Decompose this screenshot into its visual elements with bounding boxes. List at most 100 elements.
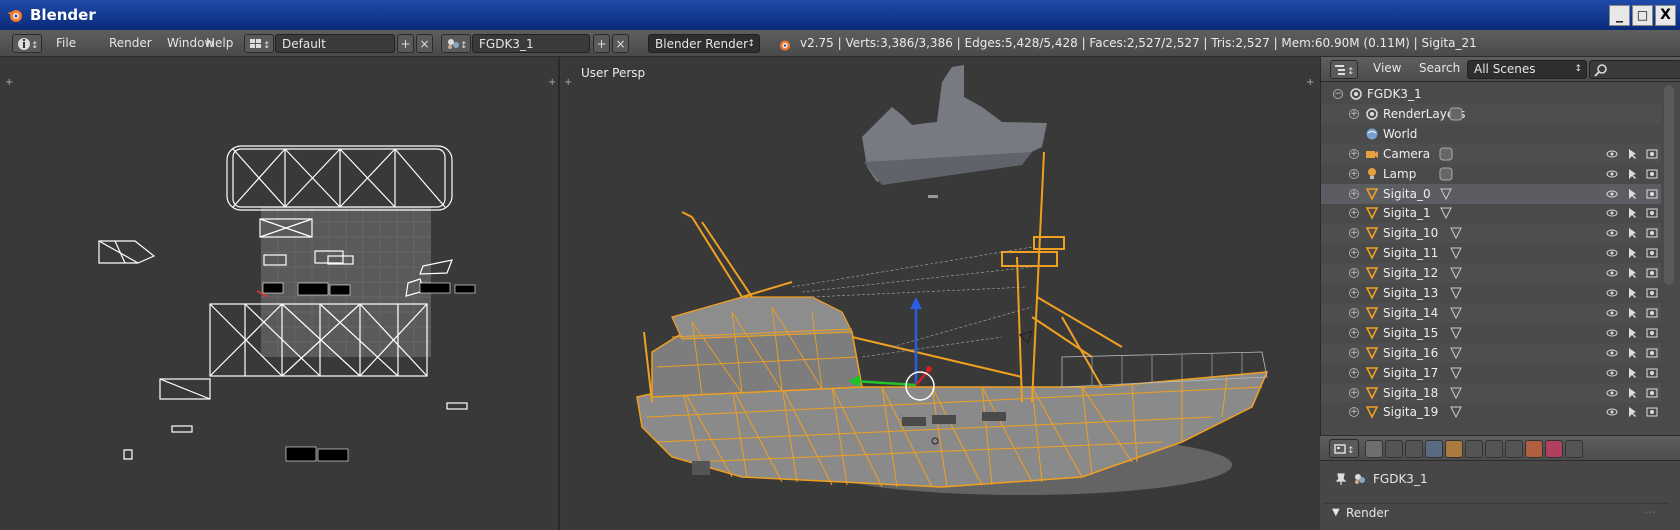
expand-toggle-icon[interactable]: +: [1349, 387, 1359, 398]
render-icon[interactable]: [1646, 227, 1658, 239]
eye-icon[interactable]: [1606, 287, 1618, 299]
expand-toggle-icon[interactable]: +: [1349, 327, 1359, 338]
eye-icon[interactable]: [1606, 168, 1618, 180]
eye-icon[interactable]: [1606, 148, 1618, 160]
outliner-view-menu[interactable]: View: [1373, 61, 1401, 75]
renderlayers-data-icon[interactable]: [1449, 107, 1463, 121]
expand-toggle-icon[interactable]: +: [1349, 208, 1359, 219]
uv-image-editor[interactable]: + +: [0, 57, 560, 530]
outliner-item-sigita_18[interactable]: + Sigita_18: [1321, 382, 1661, 403]
expand-toggle-icon[interactable]: +: [1349, 307, 1359, 318]
expand-toggle-icon[interactable]: +: [1349, 268, 1359, 279]
eye-icon[interactable]: [1606, 387, 1618, 399]
eye-icon[interactable]: [1606, 406, 1618, 418]
expand-toggle-icon[interactable]: +: [1349, 148, 1359, 159]
eye-icon[interactable]: [1606, 327, 1618, 339]
camera-data-icon[interactable]: [1439, 147, 1453, 161]
expand-toggle-icon[interactable]: +: [1349, 188, 1359, 199]
expand-toggle-icon[interactable]: +: [1349, 347, 1359, 358]
render-icon[interactable]: [1646, 267, 1658, 279]
mesh-data-icon[interactable]: [1449, 286, 1463, 300]
cursor-icon[interactable]: [1626, 406, 1638, 418]
outliner-editor-type-button[interactable]: ↕: [1330, 60, 1358, 79]
panel-drag-handle-icon[interactable]: ⋯: [1644, 505, 1656, 519]
close-button[interactable]: X: [1655, 5, 1676, 26]
add-scene-button[interactable]: +: [593, 34, 610, 53]
render-icon[interactable]: [1646, 188, 1658, 200]
eye-icon[interactable]: [1606, 267, 1618, 279]
outliner-item-sigita_16[interactable]: + Sigita_16: [1321, 342, 1661, 363]
maximize-button[interactable]: □: [1632, 5, 1653, 26]
mesh-data-icon[interactable]: [1439, 206, 1453, 220]
outliner-item-fgdk3_1[interactable]: − FGDK3_1: [1321, 84, 1661, 104]
outliner-item-sigita_17[interactable]: + Sigita_17: [1321, 363, 1661, 383]
outliner-item-lamp[interactable]: + Lamp: [1321, 164, 1661, 184]
outliner-item-sigita_19[interactable]: + Sigita_19: [1321, 402, 1661, 422]
cursor-icon[interactable]: [1626, 168, 1638, 180]
render-icon[interactable]: [1646, 168, 1658, 180]
layout-name-field[interactable]: Default: [275, 34, 395, 53]
mesh-data-icon[interactable]: [1449, 346, 1463, 360]
object-tab-icon[interactable]: [1445, 440, 1463, 458]
cursor-icon[interactable]: [1626, 247, 1638, 259]
eye-icon[interactable]: [1606, 307, 1618, 319]
outliner-item-camera[interactable]: + Camera: [1321, 143, 1661, 164]
menu-help[interactable]: Help: [202, 34, 237, 53]
properties-editor-type-button[interactable]: ↕: [1329, 439, 1359, 458]
cursor-icon[interactable]: [1626, 367, 1638, 379]
editor-type-button[interactable]: ↕: [12, 34, 42, 53]
pin-icon[interactable]: [1334, 472, 1348, 486]
modifiers-tab-icon[interactable]: [1485, 440, 1503, 458]
outliner-item-renderlayers[interactable]: + RenderLayers: [1321, 103, 1661, 124]
outliner-scrollbar[interactable]: [1664, 85, 1674, 285]
outliner-item-sigita_13[interactable]: + Sigita_13: [1321, 283, 1661, 303]
cursor-icon[interactable]: [1626, 267, 1638, 279]
render-icon[interactable]: [1646, 387, 1658, 399]
outliner-item-sigita_1[interactable]: + Sigita_1: [1321, 203, 1661, 223]
outliner-item-world[interactable]: World: [1321, 124, 1661, 144]
expand-toggle-icon[interactable]: +: [1349, 228, 1359, 239]
mesh-data-icon[interactable]: [1449, 326, 1463, 340]
render-icon[interactable]: [1646, 327, 1658, 339]
mesh-data-icon[interactable]: [1449, 306, 1463, 320]
material-tab-icon[interactable]: [1525, 440, 1543, 458]
delete-layout-button[interactable]: ×: [416, 34, 433, 53]
cursor-icon[interactable]: [1626, 347, 1638, 359]
render-icon[interactable]: [1646, 148, 1658, 160]
mesh-data-icon[interactable]: [1449, 266, 1463, 280]
lamp-data-icon[interactable]: [1439, 167, 1453, 181]
cursor-icon[interactable]: [1626, 327, 1638, 339]
layout-selector-button[interactable]: ↕: [244, 34, 274, 53]
physics-tab-icon[interactable]: [1565, 440, 1583, 458]
outliner-item-sigita_0[interactable]: + Sigita_0: [1321, 183, 1661, 204]
outliner-item-sigita_12[interactable]: + Sigita_12: [1321, 263, 1661, 284]
render-engine-select[interactable]: Blender Render ↕: [648, 34, 760, 53]
cursor-icon[interactable]: [1626, 287, 1638, 299]
expand-toggle-icon[interactable]: +: [1349, 108, 1359, 119]
eye-icon[interactable]: [1606, 188, 1618, 200]
expand-toggle-icon[interactable]: +: [1349, 288, 1359, 298]
scene-name-field[interactable]: FGDK3_1: [472, 34, 590, 53]
eye-icon[interactable]: [1606, 247, 1618, 259]
cursor-icon[interactable]: [1626, 148, 1638, 160]
eye-icon[interactable]: [1606, 367, 1618, 379]
cursor-icon[interactable]: [1626, 227, 1638, 239]
mesh-data-icon[interactable]: [1449, 386, 1463, 400]
3d-viewport[interactable]: User Persp + +: [562, 57, 1320, 530]
render-panel-header[interactable]: ▼ Render ⋯: [1324, 503, 1668, 525]
outliner-search-input[interactable]: [1589, 60, 1680, 79]
scene-filter-select[interactable]: All Scenes ↕: [1467, 60, 1587, 79]
outliner-item-sigita_10[interactable]: + Sigita_10: [1321, 223, 1661, 244]
mesh-data-icon[interactable]: [1449, 226, 1463, 240]
expand-toggle-icon[interactable]: +: [1349, 168, 1359, 179]
mesh-data-icon[interactable]: [1449, 246, 1463, 260]
expand-toggle-icon[interactable]: −: [1333, 89, 1343, 99]
delete-scene-button[interactable]: ×: [612, 34, 629, 53]
expand-toggle-icon[interactable]: +: [1349, 248, 1359, 259]
expand-toggle-icon[interactable]: +: [1349, 367, 1359, 378]
render-tab-icon[interactable]: [1365, 440, 1383, 458]
outliner-item-sigita_14[interactable]: + Sigita_14: [1321, 302, 1661, 323]
expand-toggle-icon[interactable]: +: [1349, 407, 1359, 418]
outliner-item-sigita_15[interactable]: + Sigita_15: [1321, 323, 1661, 343]
constraints-tab-icon[interactable]: [1465, 440, 1483, 458]
